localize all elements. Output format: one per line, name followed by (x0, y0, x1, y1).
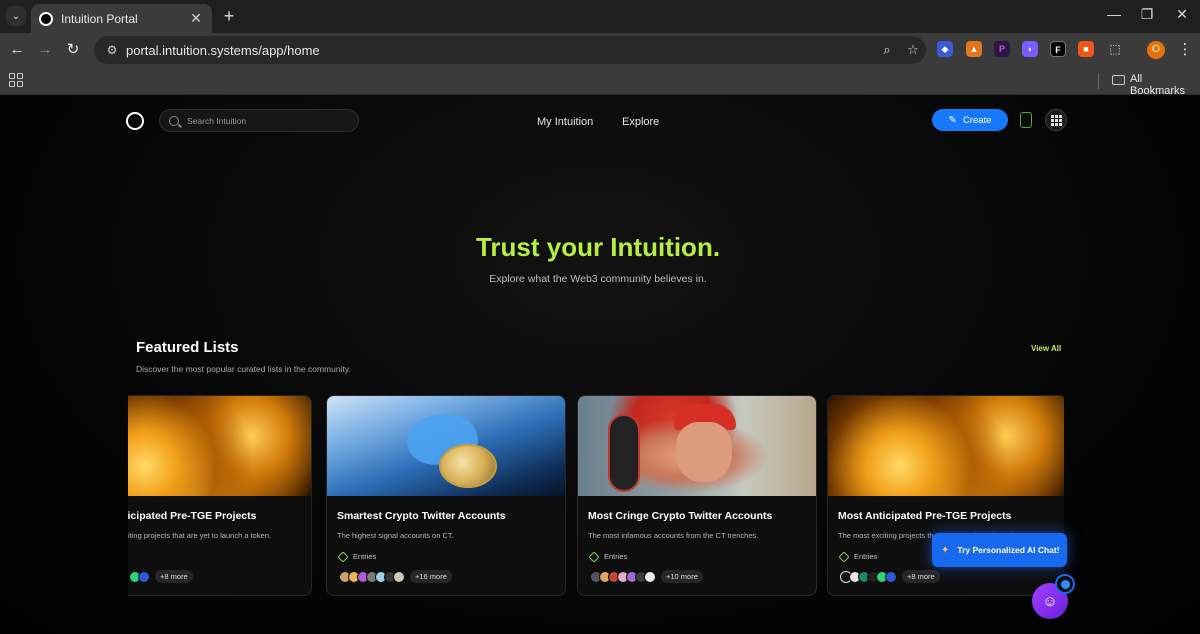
card-tag-label: Entries (854, 552, 878, 561)
address-bar[interactable]: ⚙ portal.intuition.systems/app/home ⌕ ☆ (94, 36, 926, 64)
create-button[interactable]: ✎ Create (932, 109, 1008, 131)
card-avatars: +10 more (590, 570, 703, 583)
featured-lists-carousel: Most Anticipated Pre-TGE Projects The mo… (128, 395, 1064, 597)
all-bookmarks-link[interactable]: All Bookmarks (1130, 73, 1200, 97)
card-tag-label: Entries (353, 552, 377, 561)
nav-explore[interactable]: Explore (622, 116, 659, 128)
card-tag: Entries (838, 550, 878, 563)
view-all-link[interactable]: View All (1031, 344, 1061, 353)
extensions-puzzle-icon[interactable]: ⬚ (1107, 41, 1123, 57)
avatar (138, 570, 150, 583)
skateboard-icon (608, 414, 640, 492)
bookmark-star-icon[interactable]: ☆ (900, 42, 926, 58)
tag-icon (337, 550, 349, 563)
browser-toolbar: ← → ↻ ⚙ portal.intuition.systems/app/hom… (0, 33, 1200, 66)
create-button-label: Create (962, 114, 992, 126)
more-count: +8 more (155, 570, 193, 583)
browser-tab-bar: ⌄ Intuition Portal ✕ + — ❐ ✕ (0, 0, 1200, 33)
reload-icon[interactable]: ↻ (62, 39, 84, 61)
more-count: +8 more (902, 570, 940, 583)
card-title: Most Anticipated Pre-TGE Projects (128, 510, 257, 522)
card-description: The highest signal accounts on CT. (337, 531, 454, 540)
restore-button[interactable]: ❐ (1137, 6, 1157, 23)
sparkle-icon: ✦ (941, 544, 950, 556)
browser-menu-icon[interactable]: ⋮ (1174, 39, 1196, 61)
browser-tab[interactable]: Intuition Portal ✕ (31, 4, 212, 33)
card-image-gold-coins (828, 396, 1064, 496)
more-count: +16 more (410, 570, 452, 583)
card-description: The most infamous accounts from the CT t… (588, 531, 759, 540)
doge-coin-icon (439, 444, 497, 488)
card-avatars: +8 more (840, 570, 940, 583)
tab-search-button[interactable]: ⌄ (6, 6, 26, 26)
search-icon (169, 115, 179, 126)
chat-bot-icon: ☺ (1042, 592, 1058, 610)
wallet-icon[interactable] (1020, 112, 1032, 128)
metamask-extension-icon[interactable]: ▲ (966, 41, 982, 57)
tab-title: Intuition Portal (61, 11, 138, 26)
tag-icon (588, 550, 600, 563)
more-count: +10 more (661, 570, 703, 583)
pen-icon: ✎ (948, 114, 957, 126)
card-description: The most exciting projects that are yet … (128, 531, 272, 540)
search-placeholder: Search Intuition (187, 115, 247, 126)
featured-lists-subtitle: Discover the most popular curated lists … (136, 364, 351, 374)
card-image-twitter-phone (327, 396, 565, 496)
folder-icon (1112, 75, 1125, 85)
card-title: Most Cringe Crypto Twitter Accounts (588, 510, 773, 522)
card-avatars: +16 more (339, 570, 452, 583)
list-card-pre-tge[interactable]: Most Anticipated Pre-TGE Projects The mo… (128, 395, 312, 596)
ai-status-indicator (1055, 574, 1075, 594)
zoom-icon[interactable]: ⌕ (874, 42, 900, 58)
nav-my-intuition[interactable]: My Intuition (537, 116, 593, 128)
extension-orange-icon[interactable]: ■ (1078, 41, 1094, 57)
back-icon[interactable]: ← (6, 39, 28, 61)
close-window-button[interactable]: ✕ (1172, 6, 1192, 23)
new-tab-button[interactable]: + (220, 6, 238, 26)
list-card-smartest-ct[interactable]: Smartest Crypto Twitter Accounts The hig… (326, 395, 566, 596)
bookmarks-divider (1098, 73, 1099, 89)
intuition-logo-icon[interactable] (126, 112, 144, 130)
avatar (885, 570, 897, 583)
tab-close-icon[interactable]: ✕ (188, 10, 204, 27)
extension-p-icon[interactable]: P (994, 41, 1010, 57)
card-title: Smartest Crypto Twitter Accounts (337, 510, 506, 522)
bookmarks-bar: All Bookmarks (0, 66, 1200, 97)
minimize-button[interactable]: — (1104, 6, 1124, 22)
card-tag-label: Entries (604, 552, 628, 561)
phantom-extension-icon[interactable]: ◗ (1022, 41, 1038, 57)
list-card-cringe-ct[interactable]: Most Cringe Crypto Twitter Accounts The … (577, 395, 817, 596)
forward-icon[interactable]: → (34, 39, 56, 61)
tag-icon (838, 550, 850, 563)
extension-f-icon[interactable]: F (1050, 41, 1066, 57)
url-text[interactable]: portal.intuition.systems/app/home (126, 43, 874, 58)
intuition-favicon-icon (39, 11, 53, 26)
profile-avatar[interactable]: O (1147, 41, 1165, 59)
face-icon (676, 422, 732, 482)
search-input[interactable]: Search Intuition (159, 109, 359, 132)
featured-lists-title: Featured Lists (136, 339, 239, 356)
ai-chat-prompt-button[interactable]: ✦ Try Personalized AI Chat! (932, 533, 1067, 567)
card-avatars: +8 more (129, 570, 193, 583)
card-tag: Entries (588, 550, 628, 563)
card-tag: Entries (337, 550, 377, 563)
apps-menu-button[interactable] (1045, 109, 1067, 131)
apps-grid-icon[interactable] (9, 73, 23, 87)
card-image-cringe-meme (578, 396, 816, 496)
hero-title: Trust your Intuition. (475, 232, 721, 262)
avatar (644, 570, 656, 583)
site-info-icon[interactable]: ⚙ (98, 43, 126, 57)
extension-1-icon[interactable]: ◆ (937, 41, 953, 57)
ai-chat-label: Try Personalized AI Chat! (957, 545, 1060, 555)
grid-icon (1050, 114, 1062, 126)
card-image-gold-coins (128, 396, 311, 496)
avatar (393, 570, 405, 583)
card-title: Most Anticipated Pre-TGE Projects (838, 510, 1012, 522)
page-content: Search Intuition My Intuition Explore ✎ … (0, 95, 1200, 634)
hero-subtitle: Explore what the Web3 community believes… (489, 273, 707, 285)
